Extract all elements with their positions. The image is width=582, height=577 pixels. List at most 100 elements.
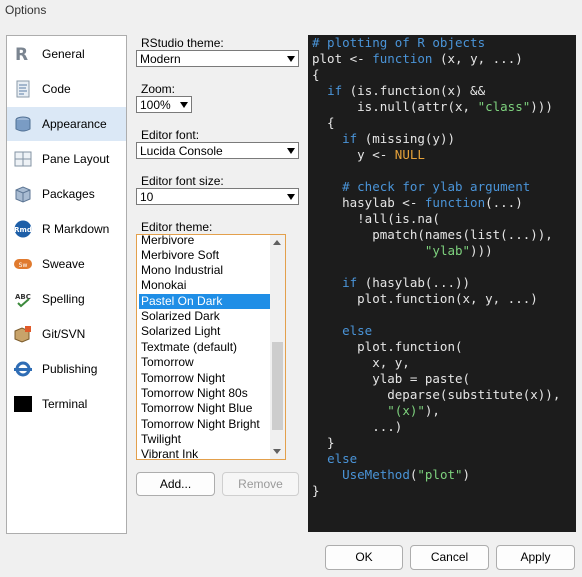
code-token: function [372, 51, 433, 66]
apply-button[interactable]: Apply [496, 545, 575, 570]
spellcheck-icon: ABC [15, 293, 31, 308]
sidebar-item-sweave[interactable]: Sw Sweave [7, 247, 126, 281]
sidebar-item-label: Pane Layout [42, 152, 110, 166]
code-token: "plot" [417, 467, 463, 482]
list-item[interactable]: Mono Industrial [139, 263, 271, 278]
code-line: } [312, 435, 560, 451]
list-item[interactable]: Tomorrow Night 80s [139, 386, 271, 401]
editor-theme-list[interactable]: Merbivore Merbivore Soft Mono Industrial… [136, 234, 286, 460]
code-token: { [312, 67, 320, 82]
add-theme-button[interactable]: Add... [136, 472, 215, 496]
sidebar-item-packages[interactable]: Packages [7, 177, 126, 211]
code-line: !all(is.na( [312, 211, 560, 227]
options-sidebar: R General Code Appearance Pane Layout Pa… [6, 35, 127, 534]
r-logo-icon: R [15, 45, 28, 63]
sidebar-item-r-markdown[interactable]: Rmd R Markdown [7, 212, 126, 246]
list-item[interactable]: Textmate (default) [139, 340, 271, 355]
code-token: if [342, 131, 358, 146]
code-line: # check for ylab argument [312, 179, 560, 195]
code-line: "(x)"), [312, 403, 560, 419]
code-token: (x, y, ...) [432, 51, 523, 66]
ok-button[interactable]: OK [325, 545, 403, 570]
code-line: UseMethod("plot") [312, 467, 560, 483]
sidebar-item-pane-layout[interactable]: Pane Layout [7, 142, 126, 176]
scroll-down-icon[interactable] [273, 449, 281, 454]
publishing-icon [14, 361, 32, 377]
code-token: x, y, [312, 355, 410, 370]
list-item[interactable]: Merbivore Soft [139, 248, 271, 263]
theme-list-scrollbar[interactable] [270, 235, 285, 459]
rstudio-theme-value: Modern [140, 52, 181, 66]
code-token: ))) [470, 243, 493, 258]
code-token: (missing(y)) [357, 131, 456, 146]
sidebar-item-general[interactable]: R General [7, 37, 126, 71]
list-item[interactable]: Tomorrow Night Bright [139, 417, 271, 432]
window-title: Options [5, 3, 47, 17]
git-svn-icon [14, 326, 31, 343]
list-item[interactable]: Tomorrow Night Blue [139, 401, 271, 416]
code-line: else [312, 323, 560, 339]
list-item[interactable]: Tomorrow Night [139, 371, 271, 386]
list-item[interactable]: Merbivore [139, 235, 271, 248]
sidebar-item-label: General [42, 47, 85, 61]
sidebar-item-label: Appearance [42, 117, 107, 131]
sidebar-item-spelling[interactable]: ABC Spelling [7, 282, 126, 316]
scroll-up-icon[interactable] [273, 240, 281, 245]
code-token: NULL [394, 147, 425, 162]
editor-font-select[interactable]: Lucida Console [136, 142, 299, 159]
code-token: ...) [312, 419, 403, 434]
code-token: else [342, 323, 373, 338]
code-token: !all(is.na( [312, 211, 440, 226]
list-item[interactable]: Solarized Dark [139, 309, 271, 324]
code-token: hasylab <- [312, 195, 425, 210]
sidebar-item-terminal[interactable]: Terminal [7, 387, 126, 421]
pane-grid-icon [14, 151, 32, 167]
sidebar-item-git-svn[interactable]: Git/SVN [7, 317, 126, 351]
sidebar-item-label: Sweave [42, 257, 85, 271]
code-line: { [312, 67, 560, 83]
editor-font-value: Lucida Console [140, 144, 223, 158]
list-item[interactable]: Twilight [139, 432, 271, 447]
remove-theme-button[interactable]: Remove [222, 472, 299, 496]
code-line: if (missing(y)) [312, 131, 560, 147]
code-preview: # plotting of R objects plot <- function … [312, 35, 560, 499]
code-line: pmatch(names(list(...)), [312, 227, 560, 243]
code-line: x, y, [312, 355, 560, 371]
sidebar-item-publishing[interactable]: Publishing [7, 352, 126, 386]
list-item[interactable]: Monokai [139, 278, 271, 293]
sidebar-item-code[interactable]: Code [7, 72, 126, 106]
rstudio-theme-select[interactable]: Modern [136, 50, 299, 67]
code-token: (...) [485, 195, 523, 210]
code-token: } [312, 483, 320, 498]
zoom-select[interactable]: 100% [136, 96, 192, 113]
code-line: plot.function( [312, 339, 560, 355]
sidebar-item-label: Packages [42, 187, 95, 201]
list-item[interactable]: Solarized Light [139, 324, 271, 339]
code-line: if (is.function(x) && [312, 83, 560, 99]
cancel-button[interactable]: Cancel [410, 545, 489, 570]
rmd-icon: Rmd [14, 220, 32, 238]
rstudio-theme-label: RStudio theme: [141, 36, 224, 50]
code-token: if [327, 83, 343, 98]
code-token: function [424, 195, 486, 210]
code-token: "class" [477, 99, 531, 114]
code-line: plot.function(x, y, ...) [312, 291, 560, 307]
editor-font-size-select[interactable]: 10 [136, 188, 299, 205]
editor-font-size-value: 10 [140, 190, 154, 204]
code-line: } [312, 483, 560, 499]
sidebar-item-appearance[interactable]: Appearance [7, 107, 126, 141]
list-item-selected[interactable]: Pastel On Dark [139, 294, 271, 309]
code-token: if [342, 275, 358, 290]
list-item[interactable]: Tomorrow [139, 355, 271, 370]
scrollbar-thumb[interactable] [272, 342, 283, 430]
sidebar-item-label: R Markdown [42, 222, 110, 236]
list-item[interactable]: Vibrant Ink [139, 447, 271, 459]
